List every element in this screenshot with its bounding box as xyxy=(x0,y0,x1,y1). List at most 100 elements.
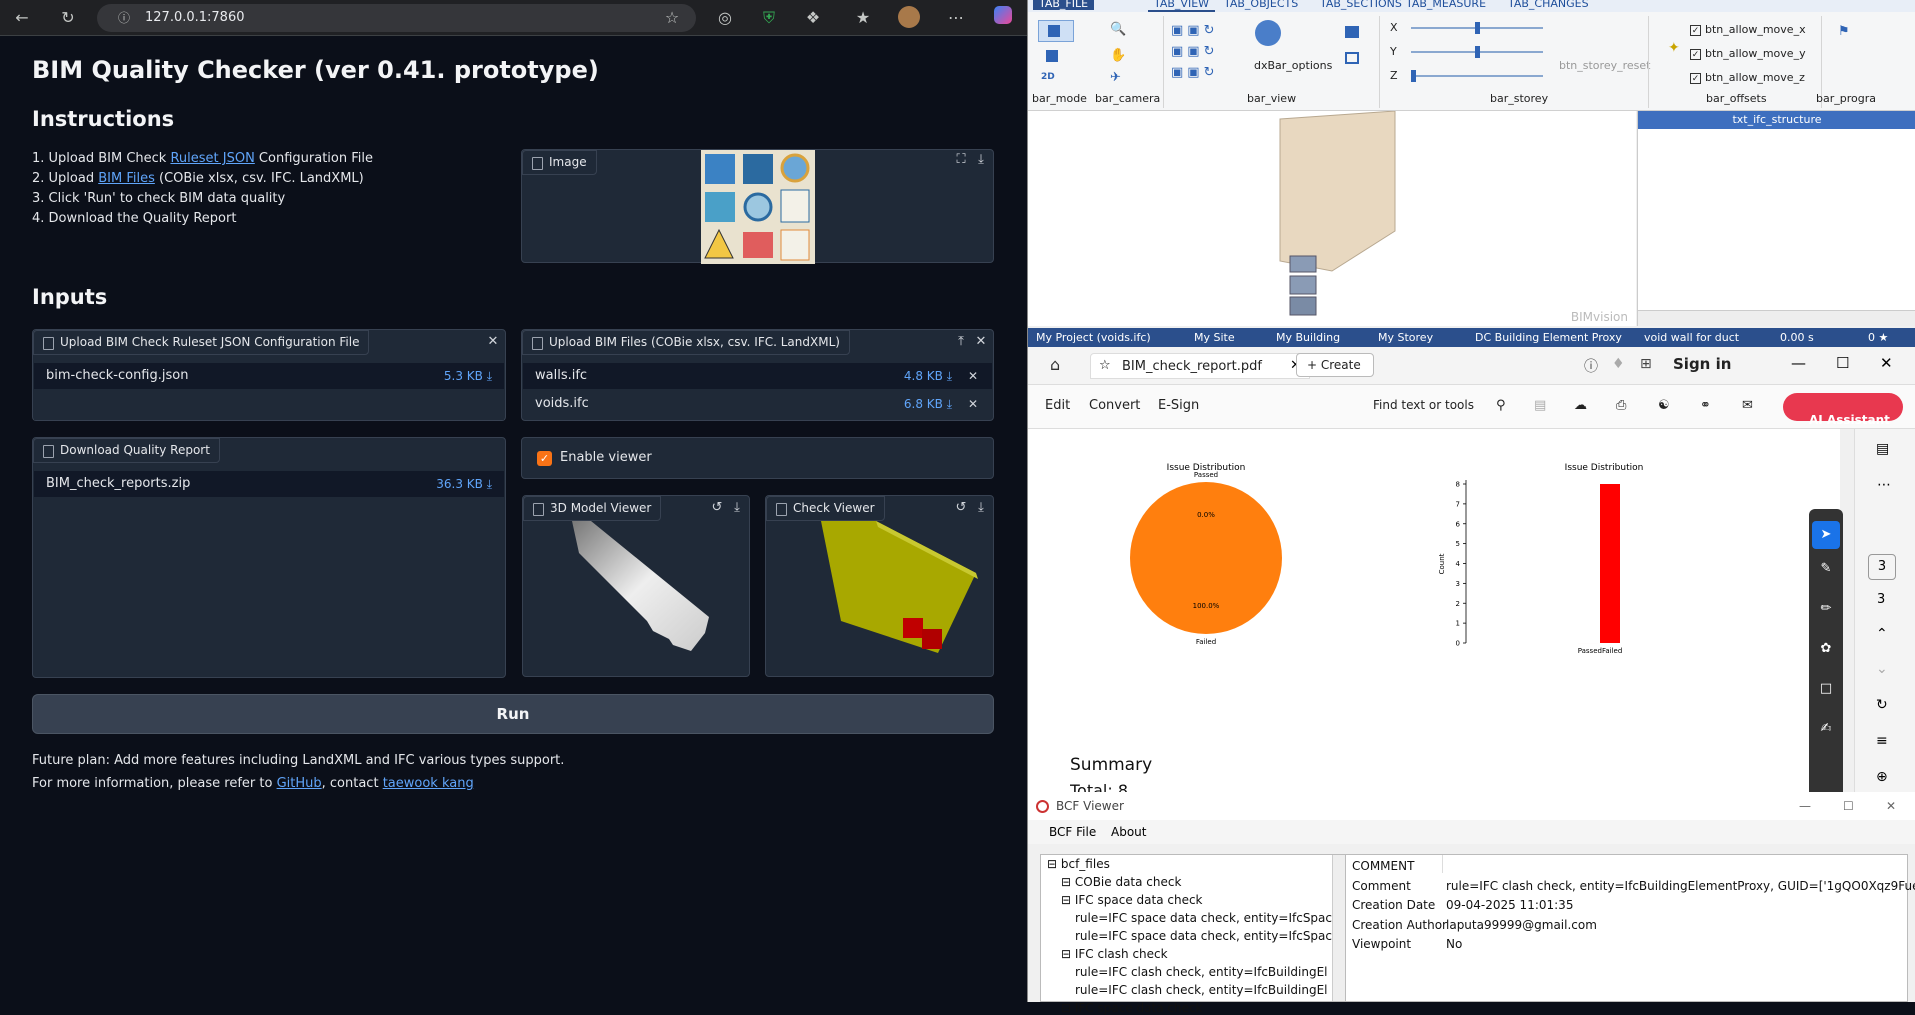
horizontal-scrollbar[interactable] xyxy=(1638,310,1915,326)
sign-in-button[interactable]: Sign in xyxy=(1673,355,1731,373)
reset-view-icon[interactable]: ↺ xyxy=(707,498,727,518)
select-icon[interactable]: ➤ xyxy=(1812,521,1840,549)
ruleset-file-row[interactable]: bim-check-config.json 5.3 KB ⤓ xyxy=(34,363,504,389)
tab-view[interactable]: TAB_VIEW xyxy=(1148,0,1215,12)
status-element-name[interactable]: void wall for duct xyxy=(1644,328,1739,347)
close-window-icon[interactable]: ✕ xyxy=(1886,792,1896,820)
allow-move-y-checkbox[interactable]: ✓btn_allow_move_y xyxy=(1690,42,1806,66)
find-tools-input[interactable]: Find text or tools xyxy=(1373,398,1474,412)
storey-reset-button[interactable]: btn_storey_reset xyxy=(1559,59,1650,72)
share-icon[interactable]: ☯ xyxy=(1658,398,1670,413)
avatar[interactable] xyxy=(897,6,921,30)
menu-esign[interactable]: E-Sign xyxy=(1158,398,1199,413)
favorite-star-icon[interactable]: ☆ xyxy=(660,6,684,30)
page-down-icon[interactable]: ⌄ xyxy=(1876,661,1888,677)
tree-item[interactable]: ⊟ IFC clash check xyxy=(1061,947,1168,961)
tab-sections[interactable]: TAB_SECTIONS xyxy=(1320,0,1402,10)
copilot-icon[interactable] xyxy=(991,6,1015,30)
page-number-input[interactable]: 3 xyxy=(1868,554,1896,580)
status-project[interactable]: My Project (voids.ifc) xyxy=(1036,328,1151,347)
x-slider[interactable] xyxy=(1411,27,1543,29)
ruleset-file-size[interactable]: 5.3 KB ⤓ xyxy=(444,363,492,389)
star-icon[interactable]: ☆ xyxy=(1099,358,1111,373)
tree-item[interactable]: ⊟ IFC space data check xyxy=(1061,1001,1203,1015)
bim-file-row[interactable]: voids.ifc 6.8 KB ⤓ ✕ xyxy=(523,391,992,417)
comment-icon[interactable]: ✎ xyxy=(1812,561,1840,576)
tree-item[interactable]: rule=IFC clash check, entity=IfcBuilding… xyxy=(1075,983,1328,997)
print-icon[interactable]: ⎙ xyxy=(1616,398,1626,413)
report-file-row[interactable]: BIM_check_reports.zip 36.3 KB ⤓ xyxy=(34,471,504,497)
status-building[interactable]: My Building xyxy=(1276,328,1340,347)
allow-move-x-checkbox[interactable]: ✓btn_allow_move_x xyxy=(1690,18,1806,42)
box-icon[interactable] xyxy=(1345,52,1359,64)
select-mode-button[interactable] xyxy=(1038,20,1074,42)
remove-file-icon[interactable]: ✕ xyxy=(968,391,978,417)
ruleset-json-link[interactable]: Ruleset JSON xyxy=(170,151,254,166)
model-viewer-panel[interactable]: 3D Model Viewer ↺ ⤓ xyxy=(522,495,750,677)
tree-item[interactable]: ⊟ bcf_files xyxy=(1047,857,1110,871)
create-button[interactable]: + Create xyxy=(1296,353,1374,377)
author-link[interactable]: taewook kang xyxy=(383,776,474,791)
bim-file-row[interactable]: walls.ifc 4.8 KB ⤓ ✕ xyxy=(523,363,992,389)
zoom-in-icon[interactable]: ⊕ xyxy=(1876,769,1888,785)
status-storey[interactable]: My Storey xyxy=(1378,328,1433,347)
dxbar-options-button[interactable]: dxBar_options xyxy=(1254,59,1332,72)
tree-item[interactable]: rule=IFC space data check, entity=IfcSpa… xyxy=(1075,911,1332,925)
upload-icon[interactable]: ⤒ xyxy=(951,332,971,352)
apps-grid-icon[interactable]: ⊞ xyxy=(1640,356,1652,372)
maximize-icon[interactable]: ☐ xyxy=(1843,792,1854,820)
report-file-size[interactable]: 36.3 KB ⤓ xyxy=(436,471,492,497)
scroll-mode-icon[interactable]: ≡ xyxy=(1876,733,1888,749)
tab-file[interactable]: TAB_FILE xyxy=(1033,0,1094,10)
menu-bcf-file[interactable]: BCF File xyxy=(1049,820,1096,844)
more-icon[interactable]: ⋯ xyxy=(1877,477,1891,493)
rotate-icon[interactable]: ↻ xyxy=(1876,697,1888,713)
3d-viewport[interactable]: BIMvision xyxy=(1028,111,1636,326)
tree-scrollbar[interactable] xyxy=(1332,855,1346,1001)
maximize-icon[interactable]: ☐ xyxy=(1836,354,1849,372)
bim-files-link[interactable]: BIM Files xyxy=(98,171,155,186)
upload-cloud-icon[interactable]: ☁ xyxy=(1574,398,1587,413)
draw-icon[interactable]: ✿ xyxy=(1812,641,1840,656)
status-site[interactable]: My Site xyxy=(1194,328,1235,347)
tab-objects[interactable]: TAB_OBJECTS xyxy=(1224,0,1298,10)
home-icon[interactable]: ⌂ xyxy=(1050,355,1060,374)
move-icon[interactable]: ✦ xyxy=(1668,40,1680,56)
download-icon[interactable]: ⤓ xyxy=(971,150,991,170)
flag-icon[interactable]: ⚑ xyxy=(1838,24,1850,39)
refresh-icon[interactable]: ↻ xyxy=(56,6,80,30)
fly-icon[interactable]: ✈ xyxy=(1110,70,1121,85)
ai-assistant-button[interactable]: AI Assistant xyxy=(1783,393,1903,421)
tree-item[interactable]: ⊟ IFC space data check xyxy=(1061,893,1203,907)
bim-file-size[interactable]: 4.8 KB ⤓ xyxy=(904,363,952,389)
allow-move-z-checkbox[interactable]: ✓btn_allow_move_z xyxy=(1690,66,1806,90)
address-bar[interactable]: 127.0.0.1:7860 xyxy=(97,4,696,32)
reset-view-icon[interactable]: ↺ xyxy=(951,498,971,518)
highlight-icon[interactable]: ✏ xyxy=(1812,601,1840,616)
favorites-icon[interactable]: ★ xyxy=(851,6,875,30)
close-window-icon[interactable]: ✕ xyxy=(1880,354,1893,372)
back-icon[interactable]: ← xyxy=(10,6,34,30)
run-button[interactable]: Run xyxy=(32,694,994,734)
check-viewer-panel[interactable]: Check Viewer ↺ ⤓ xyxy=(765,495,994,677)
save-icon[interactable]: ▤ xyxy=(1534,398,1546,413)
globe-icon[interactable]: ◎ xyxy=(713,6,737,30)
y-slider[interactable] xyxy=(1411,51,1543,53)
download-icon[interactable]: ⤓ xyxy=(727,498,747,518)
minimize-icon[interactable]: — xyxy=(1799,792,1811,820)
tab-measure[interactable]: TAB_MEASURE xyxy=(1406,0,1486,10)
tree-item[interactable]: rule=IFC clash check, entity=IfcBuilding… xyxy=(1075,965,1328,979)
pan-icon[interactable]: ✋ xyxy=(1110,48,1126,63)
remove-file-icon[interactable]: ✕ xyxy=(968,363,978,389)
zoom-icon[interactable]: 🔍 xyxy=(1110,22,1126,37)
view-direction-icons[interactable]: ▣▣↻▣▣↻▣▣↻ xyxy=(1171,20,1225,82)
panel-icon[interactable]: ▤ xyxy=(1876,441,1889,457)
status-element-type[interactable]: DC Building Element Proxy xyxy=(1475,328,1622,347)
link-icon[interactable]: ⚭ xyxy=(1700,398,1711,413)
email-icon[interactable]: ✉ xyxy=(1742,398,1753,413)
clear-icon[interactable]: ✕ xyxy=(483,332,503,352)
tab-changes[interactable]: TAB_CHANGES xyxy=(1508,0,1589,10)
clear-icon[interactable]: ✕ xyxy=(971,332,991,352)
ruleset-drop-area[interactable] xyxy=(34,389,504,420)
text-box-icon[interactable]: □ xyxy=(1812,681,1840,696)
